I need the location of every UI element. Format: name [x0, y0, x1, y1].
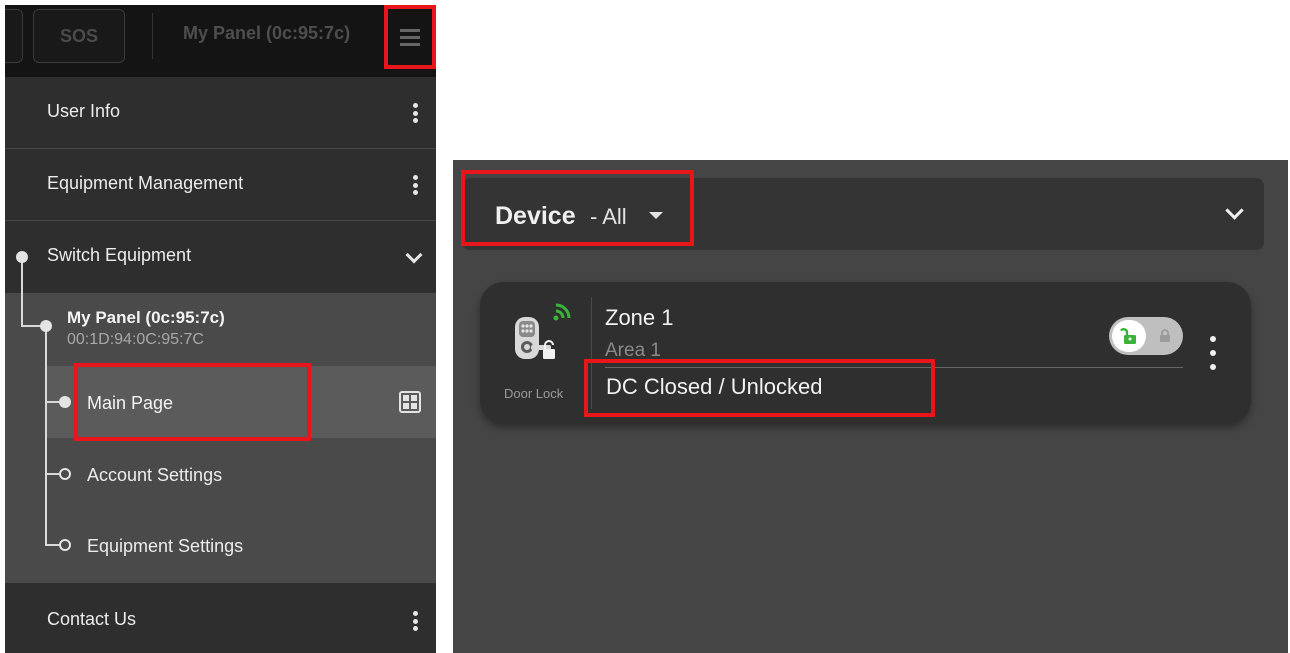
tree-node-ring [59, 468, 71, 480]
kebab-icon[interactable] [412, 175, 418, 195]
hamburger-icon [400, 35, 420, 39]
highlight-box [461, 170, 694, 246]
highlight-box [584, 359, 935, 417]
unlock-icon [1112, 320, 1146, 352]
zone-name: Zone 1 [605, 305, 674, 330]
menu-item-label: Equipment Management [47, 173, 244, 193]
tree-line [21, 256, 23, 326]
hamburger-icon [400, 42, 420, 46]
menu-item-label: User Info [47, 101, 121, 121]
lock-icon [1160, 329, 1170, 342]
panel-name[interactable]: My Panel (0c:95:7c) [67, 308, 225, 328]
panel-mac-address: 00:1D:94:0C:95:7C [67, 331, 204, 348]
menu-item-user-info[interactable]: User Info [5, 77, 436, 149]
menu-item-contact-us[interactable]: Contact Us [5, 583, 436, 653]
menu-item-label: Contact Us [47, 609, 137, 629]
highlight-box [74, 363, 311, 441]
kebab-icon[interactable] [1209, 336, 1216, 370]
menu-item-switch-equipment[interactable]: Switch Equipment [5, 221, 436, 293]
tree-node-dot [16, 251, 28, 263]
topbar-button[interactable] [5, 9, 23, 63]
kebab-icon[interactable] [412, 103, 418, 123]
lock-toggle[interactable] [1109, 317, 1183, 355]
tree-branch [45, 544, 59, 546]
hamburger-icon [400, 28, 420, 32]
divider [152, 13, 153, 59]
device-panel: Device - All Door Lock Zone 1 Area 1 DC … [453, 160, 1288, 653]
hamburger-menu-button[interactable] [384, 5, 436, 69]
panel-title: My Panel (0c:95:7c) [183, 23, 351, 43]
menu-item-equipment-management[interactable]: Equipment Management [5, 149, 436, 221]
kebab-icon[interactable] [412, 611, 418, 631]
sub-item-equipment-settings[interactable]: Equipment Settings [87, 536, 243, 557]
sub-item-account-settings[interactable]: Account Settings [87, 465, 222, 486]
menu-item-label: Switch Equipment [47, 245, 192, 265]
device-type-label: Door Lock [504, 386, 564, 401]
tree-node-dot [59, 396, 71, 408]
top-bar: SOS My Panel (0c:95:7c) [5, 5, 436, 77]
chevron-down-icon[interactable] [405, 246, 423, 264]
sos-button[interactable]: SOS [33, 9, 125, 63]
tree-branch [45, 473, 59, 475]
navigation-drawer: SOS My Panel (0c:95:7c) User Info Equipm… [5, 5, 436, 653]
tree-node-ring [59, 539, 71, 551]
signal-icon [553, 303, 571, 321]
tree-node-dot [40, 320, 52, 332]
dashboard-icon[interactable] [399, 391, 421, 413]
door-lock-icon [515, 317, 555, 359]
